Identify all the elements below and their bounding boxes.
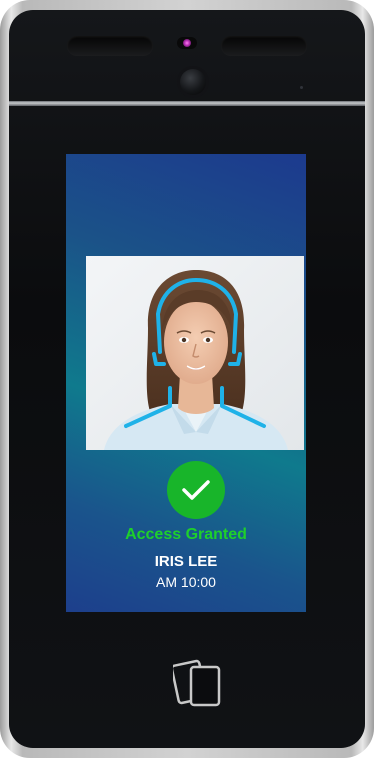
card-reader-icon[interactable] <box>170 653 229 711</box>
metal-strip <box>9 101 365 106</box>
access-control-terminal: Access Granted IRIS LEE AM 10:00 <box>0 0 374 758</box>
device-bezel: Access Granted IRIS LEE AM 10:00 <box>9 10 365 748</box>
access-time: AM 10:00 <box>156 574 216 590</box>
right-sensor <box>221 36 307 56</box>
access-status: Access Granted <box>125 526 247 543</box>
user-name: IRIS LEE <box>154 553 218 570</box>
camera-lens-icon <box>180 69 206 95</box>
check-icon <box>167 461 225 519</box>
left-sensor <box>67 36 153 56</box>
ir-led-icon <box>177 37 197 49</box>
display-screen: Access Granted IRIS LEE AM 10:00 <box>66 154 306 612</box>
face-photo <box>86 256 304 450</box>
face-capture-frame <box>86 256 304 450</box>
light-sensor <box>300 86 303 89</box>
